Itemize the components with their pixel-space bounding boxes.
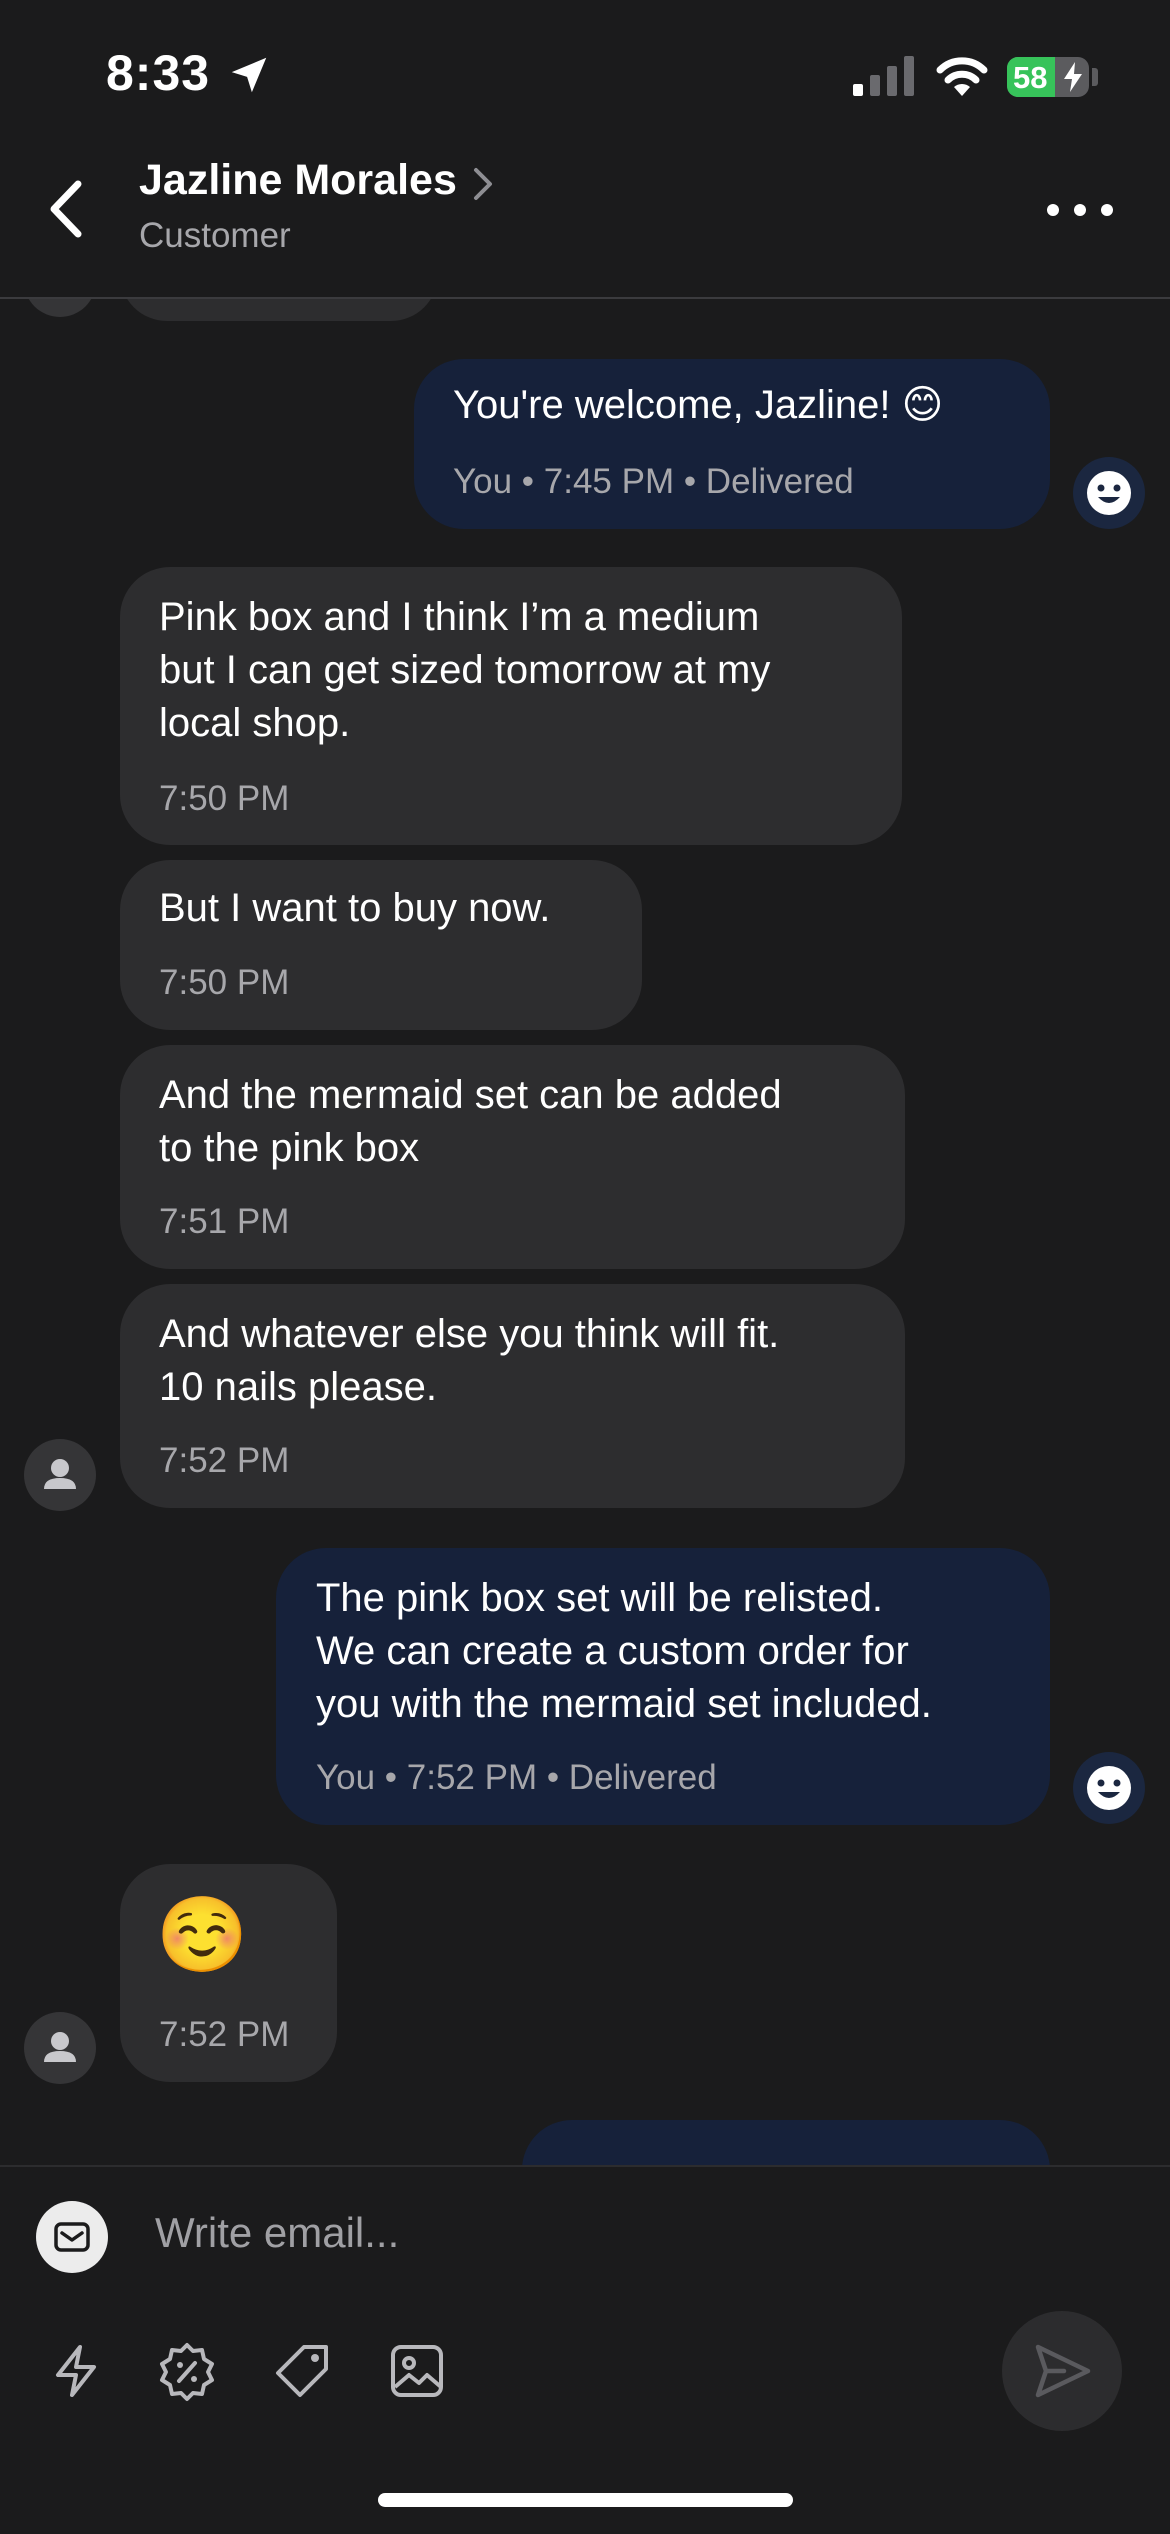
message-line: but I can get sized tomorrow at my <box>159 648 771 692</box>
percent-badge-icon[interactable] <box>155 2339 219 2403</box>
send-button[interactable] <box>1002 2311 1122 2431</box>
customer-avatar <box>24 297 96 317</box>
message-line: to the pink box <box>159 1126 420 1170</box>
message-timestamp: 7:52 PM <box>159 2015 290 2054</box>
message-bubble-outgoing[interactable]: The pink box set will be relisted. We ca… <box>276 1548 1050 1825</box>
message-line: And the mermaid set can be added <box>159 1073 782 1117</box>
smiley-face-icon <box>1087 471 1131 515</box>
message-bubble-incoming[interactable]: And the mermaid set can be added to the … <box>120 1045 905 1269</box>
message-line: And whatever else you think will fit. <box>159 1312 780 1356</box>
message-text: You're welcome, Jazline! 😊 <box>453 383 944 427</box>
home-indicator[interactable] <box>378 2493 793 2507</box>
message-line: local shop. <box>159 701 351 745</box>
person-icon <box>44 2032 76 2062</box>
agent-avatar <box>1073 1752 1145 1824</box>
status-bar: 8:33 58 <box>0 0 1170 150</box>
message-timestamp: 7:50 PM <box>159 779 290 818</box>
message-text: And whatever else you think will fit. 10… <box>159 1308 779 1414</box>
message-line: Pink box and I think I’m a medium <box>159 595 760 639</box>
contact-role: Customer <box>139 216 291 255</box>
message-bubble-partial <box>120 297 438 321</box>
message-bubble-incoming[interactable]: ☺️ 7:52 PM <box>120 1864 337 2082</box>
chevron-right-icon[interactable] <box>470 164 496 204</box>
message-emoji: ☺️ <box>156 1893 249 1976</box>
customer-avatar <box>24 1439 96 1511</box>
message-line: We can create a custom order for <box>316 1629 909 1673</box>
tag-icon[interactable] <box>270 2339 334 2403</box>
email-channel-button[interactable] <box>36 2201 108 2273</box>
message-bubble-incoming[interactable]: But I want to buy now. 7:50 PM <box>120 860 642 1030</box>
message-bubble-incoming[interactable]: Pink box and I think I’m a medium but I … <box>120 567 902 845</box>
message-meta: You • 7:45 PM • Delivered <box>453 462 854 501</box>
message-bubble-incoming[interactable]: And whatever else you think will fit. 10… <box>120 1284 905 1508</box>
send-icon <box>1035 2344 1091 2398</box>
conversation-header: Jazline Morales Customer <box>0 150 1170 299</box>
composer <box>0 2165 1170 2534</box>
contact-name[interactable]: Jazline Morales <box>139 156 457 205</box>
message-line: The pink box set will be relisted. <box>316 1576 883 1620</box>
lightning-icon[interactable] <box>44 2339 108 2403</box>
message-timestamp: 7:50 PM <box>159 963 290 1002</box>
message-text: But I want to buy now. <box>159 886 551 930</box>
status-time: 8:33 <box>106 45 211 101</box>
message-timestamp: 7:51 PM <box>159 1202 290 1241</box>
message-text: The pink box set will be relisted. We ca… <box>316 1572 932 1731</box>
charging-bolt-icon <box>1064 62 1082 92</box>
message-text: And the mermaid set can be added to the … <box>159 1069 782 1175</box>
smiley-face-icon <box>1087 1766 1131 1810</box>
battery-cap <box>1092 68 1098 86</box>
cellular-signal-icon <box>853 56 914 96</box>
wifi-icon <box>936 57 988 96</box>
person-icon <box>44 1459 76 1489</box>
customer-avatar <box>24 2012 96 2084</box>
image-icon[interactable] <box>385 2339 449 2403</box>
message-text: Pink box and I think I’m a medium but I … <box>159 591 770 750</box>
battery-percentage: 58 <box>1013 60 1048 95</box>
message-list[interactable]: You're welcome, Jazline! 😊 You • 7:45 PM… <box>0 297 1170 2165</box>
agent-avatar <box>1073 457 1145 529</box>
back-button[interactable] <box>40 174 96 244</box>
envelope-icon <box>54 2222 90 2252</box>
message-meta: You • 7:52 PM • Delivered <box>316 1758 717 1797</box>
message-bubble-outgoing[interactable]: You're welcome, Jazline! 😊 You • 7:45 PM… <box>414 359 1050 529</box>
more-options-button[interactable] <box>1040 190 1120 230</box>
battery-indicator: 58 <box>1007 57 1089 97</box>
message-bubble-partial <box>522 2120 1050 2165</box>
email-input[interactable] <box>155 2193 1055 2273</box>
location-arrow-icon <box>231 57 267 93</box>
message-line: you with the mermaid set included. <box>316 1682 932 1726</box>
message-line: 10 nails please. <box>159 1365 437 1409</box>
message-timestamp: 7:52 PM <box>159 1441 290 1480</box>
